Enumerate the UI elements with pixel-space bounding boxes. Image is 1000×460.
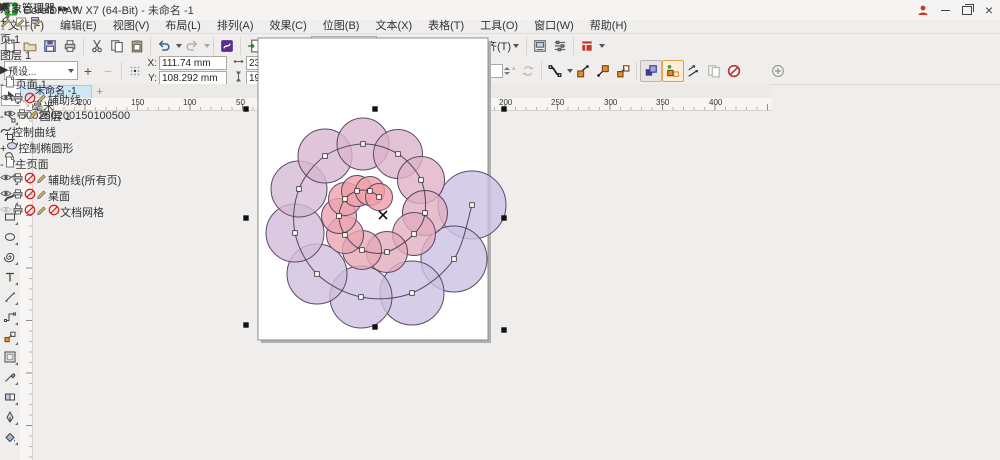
object-tree: -页面 1 辅助线-图层 1 控制曲线+控制椭圆形-主页面辅助线(所有页) 桌面文档网… [0,76,121,220]
path-node[interactable] [377,195,382,200]
restore-button[interactable] [956,2,978,18]
visibility-eye-icon[interactable] [0,191,12,203]
path-node[interactable] [343,233,348,238]
edit-pen-icon[interactable] [36,95,48,107]
palette-scroll-up-icon[interactable]: ▲▲ [0,26,13,38]
printer-blocked-icon[interactable] [12,95,36,107]
transparency-tool[interactable] [1,387,19,406]
visibility-eye-icon[interactable] [0,207,12,219]
selection-handle[interactable] [501,215,506,220]
tree-row-page[interactable]: -主页面 [0,156,121,172]
color-palette: ▶ ▲▲ [0,0,13,38]
path-node[interactable] [359,295,364,300]
tree-row-layer[interactable]: 辅助线 [0,92,121,108]
path-node[interactable] [385,250,390,255]
tree-label[interactable]: 图层 1 [40,111,71,123]
path-node[interactable] [297,187,302,192]
visibility-eye-icon[interactable] [4,111,16,123]
printer-blocked-icon[interactable] [12,207,36,219]
ellipse-icon [6,143,18,155]
visibility-eye-icon[interactable] [0,95,12,107]
minimize-button[interactable] [934,2,956,18]
tree-row-layer[interactable]: 文档网格 [0,204,121,220]
path-node[interactable] [410,291,415,296]
palette-eyedropper-icon[interactable] [0,13,13,26]
path-node[interactable] [293,231,298,236]
selection-handle[interactable] [501,327,506,332]
tree-row-page[interactable]: -页面 1 [0,76,121,92]
coreldraw-window: CorelDRAW X7 (64-Bit) - 未命名 -1 × 文件(F)编辑… [0,0,1000,460]
tree-row-object[interactable]: +控制椭圆形 [0,140,121,156]
printer-icon[interactable] [16,111,28,123]
customize-plus-button[interactable] [768,61,788,81]
edit-pen-icon[interactable] [36,191,48,203]
interactive-fill-tool[interactable] [1,427,19,446]
tree-label[interactable]: 控制曲线 [12,127,56,139]
tree-row-layer[interactable]: 桌面 [0,188,121,204]
path-node[interactable] [323,154,328,159]
path-node[interactable] [412,232,417,237]
path-node[interactable] [419,178,424,183]
current-layer-label: 图层 1 [0,47,121,63]
selection-handle[interactable] [243,106,248,111]
tree-label[interactable]: 页面 1 [16,79,47,91]
page-icon [4,79,16,91]
page-icon [4,159,16,171]
tree-label[interactable]: 控制椭圆形 [18,143,73,155]
selection-handle[interactable] [372,324,377,329]
current-page-label: 页 1 [0,31,121,47]
current-page-layer: 页 1 图层 1 [0,31,121,63]
path-node[interactable] [423,211,428,216]
edit-pen-blocked-icon[interactable] [36,207,60,219]
edit-pen-icon[interactable] [28,111,40,123]
path-node[interactable] [361,142,366,147]
selection-handle[interactable] [372,106,377,111]
path-node[interactable] [452,257,457,262]
edit-pen-icon[interactable] [36,175,48,187]
tree-label[interactable]: 辅助线 [48,95,81,107]
tree-row-layer[interactable]: 辅助线(所有页) [0,172,121,188]
tree-row-object[interactable]: 控制曲线 [0,124,121,140]
tree-label[interactable]: 辅助线(所有页) [48,175,121,187]
tree-label[interactable]: 文档网格 [60,207,104,219]
path-node[interactable] [355,189,360,194]
printer-blocked-icon[interactable] [12,175,36,187]
docker-collapse-icon[interactable]: ▸▸ [58,3,69,15]
curve-icon [0,127,12,139]
path-node[interactable] [396,152,401,157]
path-node[interactable] [360,248,365,253]
tree-row-layer[interactable]: -图层 1 [0,108,121,124]
layer-flyout-icon[interactable]: ▶ [0,64,8,76]
visibility-eye-icon[interactable] [0,175,12,187]
palette-flyout-icon[interactable]: ▶ [0,0,13,13]
selection-handle[interactable] [243,215,248,220]
object-manager-docker: 对象管理器 ▸▸ × 页 1 图层 1 ▶ -页面 1辅助线-图层 1控制曲线+… [0,0,121,220]
tree-label[interactable]: 主页面 [16,159,49,171]
color-eyedropper-tool[interactable] [1,367,19,386]
path-node[interactable] [368,189,373,194]
printer-blocked-icon[interactable] [12,191,36,203]
path-node[interactable] [315,272,320,277]
sign-in-icon[interactable] [912,2,934,18]
path-node[interactable] [343,197,348,202]
path-node[interactable] [337,214,342,219]
path-node[interactable] [470,203,475,208]
selection-handle[interactable] [501,106,506,111]
tree-label[interactable]: 桌面 [48,191,70,203]
close-button[interactable]: × [978,2,1000,18]
selection-handle[interactable] [243,322,248,327]
outline-pen-tool[interactable] [1,407,19,426]
docker-close-icon[interactable]: × [72,3,78,15]
